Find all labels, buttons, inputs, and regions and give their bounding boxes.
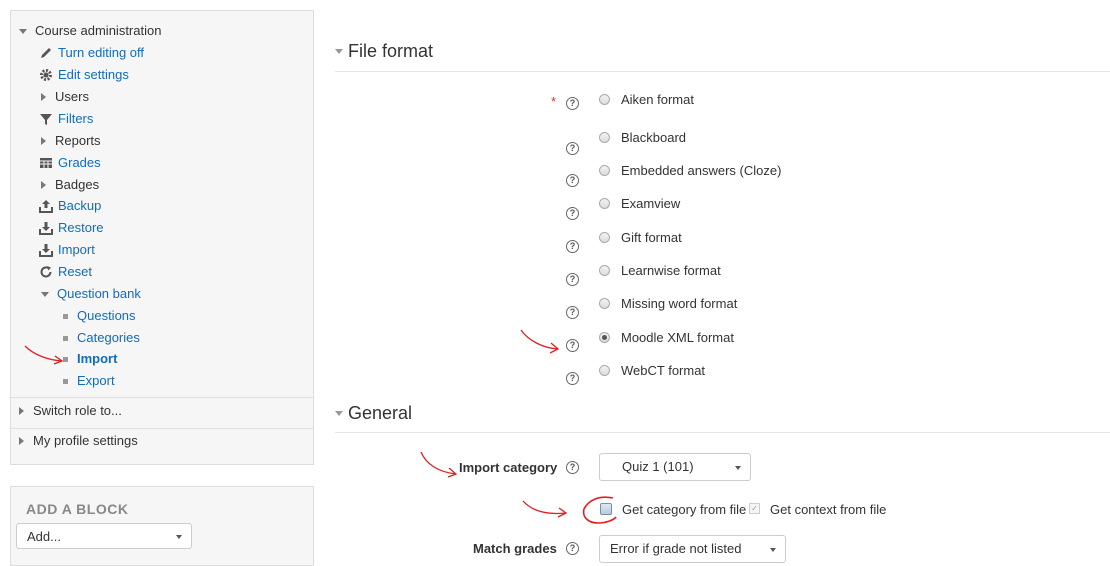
bullet-icon [63, 378, 68, 384]
radio-learnwise[interactable] [599, 265, 610, 276]
option-label: Learnwise format [621, 263, 721, 278]
option-label: Embedded answers (Cloze) [621, 163, 782, 178]
nav-question-bank[interactable]: Question bank [41, 284, 141, 304]
chevron-down-icon [19, 28, 27, 34]
add-block-select[interactable]: Add... [16, 523, 192, 549]
help-icon[interactable]: ? [566, 240, 579, 253]
nav-users[interactable]: Users [41, 87, 89, 107]
import-category-select[interactable]: Quiz 1 (101) [599, 453, 751, 481]
add-block-panel: ADD A BLOCK Add... [10, 486, 314, 566]
chevron-down-icon [735, 466, 741, 470]
upload-icon [39, 199, 53, 213]
help-icon[interactable]: ? [566, 207, 579, 220]
help-icon[interactable]: ? [566, 372, 579, 385]
administration-block: Course administration Turn editing off E… [10, 10, 314, 465]
import-icon [39, 243, 53, 257]
nav-course-administration[interactable]: Course administration [19, 21, 161, 41]
nav-filters[interactable]: Filters [39, 109, 93, 129]
annotation-circle-arrow-icon [522, 496, 617, 524]
option-label: Blackboard [621, 130, 687, 145]
chevron-down-icon [41, 291, 49, 297]
help-icon[interactable]: ? [566, 142, 579, 155]
chevron-down-icon [176, 535, 182, 539]
nav-switch-role[interactable]: Switch role to... [19, 401, 122, 421]
get-category-label: Get category from file [622, 502, 747, 517]
nav-categories[interactable]: Categories [63, 328, 140, 348]
chevron-right-icon [41, 137, 46, 145]
nav-reset[interactable]: Reset [39, 262, 92, 282]
nav-grades[interactable]: Grades [39, 153, 101, 173]
gear-icon [39, 68, 53, 82]
help-icon[interactable]: ? [566, 273, 579, 286]
nav-reports[interactable]: Reports [41, 131, 101, 151]
help-icon[interactable]: ? [566, 174, 579, 187]
help-icon[interactable]: ? [566, 97, 579, 110]
radio-blackboard[interactable] [599, 132, 610, 143]
divider [11, 428, 313, 429]
divider [335, 432, 1110, 433]
bullet-icon [63, 313, 68, 319]
annotation-arrow-icon [420, 451, 458, 478]
help-icon[interactable]: ? [566, 306, 579, 319]
nav-export[interactable]: Export [63, 371, 115, 391]
match-grades-select[interactable]: Error if grade not listed [599, 535, 786, 563]
nav-turn-editing-off[interactable]: Turn editing off [39, 43, 144, 63]
radio-examview[interactable] [599, 198, 610, 209]
chevron-down-icon [770, 548, 776, 552]
table-icon [39, 156, 53, 170]
nav-questions[interactable]: Questions [63, 306, 136, 326]
chevron-down-icon [335, 411, 343, 416]
nav-badges[interactable]: Badges [41, 175, 99, 195]
chevron-right-icon [19, 407, 24, 415]
add-block-title: ADD A BLOCK [26, 501, 129, 517]
divider [11, 397, 313, 398]
match-grades-label: Match grades [473, 541, 557, 556]
section-general-header[interactable]: General [335, 403, 412, 424]
import-category-label: Import category [459, 460, 558, 475]
option-label: Aiken format [621, 92, 694, 107]
help-icon[interactable]: ? [566, 461, 579, 474]
radio-missing-word[interactable] [599, 298, 610, 309]
required-marker: * [551, 94, 557, 109]
radio-cloze[interactable] [599, 165, 610, 176]
option-label: Missing word format [621, 296, 738, 311]
refresh-icon [39, 265, 53, 279]
radio-aiken[interactable] [599, 94, 610, 105]
section-file-format-header[interactable]: File format [335, 41, 433, 62]
annotation-arrow-icon [520, 329, 560, 354]
get-context-checkbox[interactable]: ✓ [749, 503, 760, 514]
radio-gift[interactable] [599, 232, 610, 243]
annotation-arrow-icon [24, 345, 64, 365]
chevron-right-icon [19, 437, 24, 445]
help-icon[interactable]: ? [566, 339, 579, 352]
option-label: Examview [621, 196, 681, 211]
nav-restore[interactable]: Restore [39, 218, 104, 238]
chevron-right-icon [41, 181, 46, 189]
help-icon[interactable]: ? [566, 542, 579, 555]
bullet-icon [63, 335, 68, 341]
nav-edit-settings[interactable]: Edit settings [39, 65, 129, 85]
chevron-right-icon [41, 93, 46, 101]
divider [335, 71, 1110, 72]
option-label: Moodle XML format [621, 330, 734, 345]
nav-import[interactable]: Import [39, 240, 95, 260]
option-label: WebCT format [621, 363, 706, 378]
filter-icon [39, 112, 53, 126]
get-context-label: Get context from file [770, 502, 887, 517]
nav-profile-settings[interactable]: My profile settings [19, 431, 138, 451]
download-icon [39, 221, 53, 235]
nav-backup[interactable]: Backup [39, 196, 101, 216]
radio-moodle-xml[interactable] [599, 332, 610, 343]
option-label: Gift format [621, 230, 682, 245]
radio-webct[interactable] [599, 365, 610, 376]
nav-qb-import[interactable]: Import [63, 349, 117, 369]
chevron-down-icon [335, 49, 343, 54]
pencil-icon [39, 46, 53, 60]
